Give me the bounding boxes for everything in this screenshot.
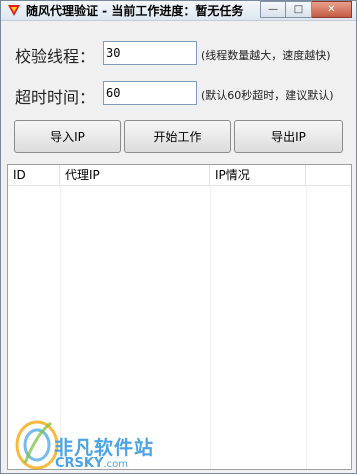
close-button[interactable]: ✕ bbox=[312, 1, 352, 18]
threads-label: 校验线程： bbox=[15, 47, 96, 66]
window-title: 随风代理验证 - 当前工作进度：暂无任务 bbox=[26, 4, 244, 18]
timeout-label: 超时时间： bbox=[15, 88, 96, 107]
window-controls: — □ ✕ bbox=[260, 1, 352, 18]
threads-input[interactable]: 30 bbox=[103, 41, 197, 65]
threads-hint: (线程数量越大，速度越快) bbox=[201, 49, 331, 62]
main-window: 随风代理验证 - 当前工作进度：暂无任务 — □ ✕ 校验线程： 30 (线程数… bbox=[0, 0, 357, 474]
column-header-proxy-ip[interactable]: 代理IP bbox=[60, 165, 210, 186]
start-work-button[interactable]: 开始工作 bbox=[124, 120, 231, 153]
table-header: ID 代理IP IP情况 bbox=[8, 165, 351, 186]
export-ip-button[interactable]: 导出IP bbox=[234, 120, 343, 153]
title-bar[interactable]: 随风代理验证 - 当前工作进度：暂无任务 — □ ✕ bbox=[1, 1, 356, 21]
watermark-suffix: .com bbox=[103, 459, 128, 470]
column-header-id[interactable]: ID bbox=[8, 165, 60, 186]
import-ip-button[interactable]: 导入IP bbox=[14, 120, 121, 153]
maximize-button[interactable]: □ bbox=[286, 1, 312, 18]
column-divider bbox=[210, 186, 211, 469]
column-divider bbox=[306, 186, 307, 469]
timeout-hint: (默认60秒超时，建议默认) bbox=[201, 89, 334, 102]
watermark-text-en: CRSKY.com bbox=[55, 456, 128, 471]
timeout-input[interactable]: 60 bbox=[103, 81, 197, 105]
minimize-button[interactable]: — bbox=[260, 1, 286, 18]
column-header-ip-status[interactable]: IP情况 bbox=[210, 165, 306, 186]
watermark-brand: CRSKY bbox=[55, 456, 104, 471]
superman-logo-icon bbox=[8, 5, 20, 16]
